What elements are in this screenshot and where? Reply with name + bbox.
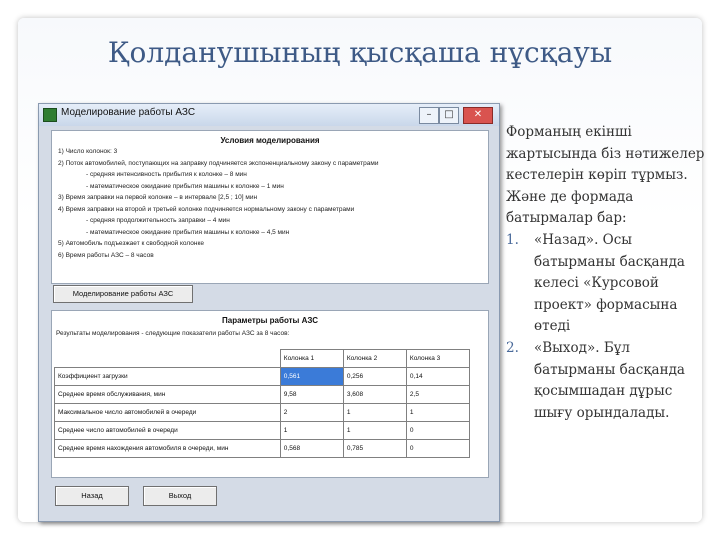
window-title: Моделирование работы АЗС <box>61 107 196 118</box>
condition-line: 5) Автомобиль подъезжает к свободной кол… <box>58 240 204 247</box>
row-label: Среднее время обслуживания, мин <box>54 385 281 404</box>
column-header: Колонка 2 <box>342 349 407 368</box>
exit-button[interactable]: Выход <box>143 486 217 506</box>
maximize-button[interactable]: □ <box>439 107 459 124</box>
column-header: Колонка 1 <box>279 349 344 368</box>
table-header-row: Колонка 1 Колонка 2 Колонка 3 <box>54 349 471 368</box>
condition-line: 6) Время работы АЗС – 8 часов <box>58 251 154 259</box>
table-cell[interactable]: 0,256 <box>342 367 407 386</box>
table-cell[interactable]: 1 <box>405 403 471 422</box>
column-header: Колонка 3 <box>405 349 471 368</box>
table-corner-cell <box>54 349 281 368</box>
table-cell[interactable]: 3,608 <box>342 385 407 404</box>
table-cell[interactable]: 0 <box>405 421 471 440</box>
minimize-button[interactable]: – <box>419 107 439 124</box>
condition-line: - математическое ожидание прибытия машин… <box>86 228 290 236</box>
explanation-text: Форманың екінші жартысында біз нәтижелер… <box>506 122 706 424</box>
app-icon <box>43 108 57 122</box>
table-row: Коэффициент загрузки 0,561 0,256 0,14 <box>54 367 471 386</box>
conditions-panel: Условия моделирования 1) Число колонок: … <box>51 130 489 284</box>
table-cell[interactable]: 0 <box>405 439 471 458</box>
row-label: Максимальное число автомобилей в очереди <box>54 403 281 422</box>
table-cell[interactable]: 0,785 <box>342 439 407 458</box>
condition-line: 1) Число колонок: 3 <box>58 148 118 155</box>
condition-line: - математическое ожидание прибытия машин… <box>86 182 284 190</box>
app-window: Моделирование работы АЗС – □ ✕ Условия м… <box>38 103 500 522</box>
condition-line: 4) Время заправки на второй и третьей ко… <box>58 205 355 213</box>
button-list: 1. «Назад». Осы батырманы басқанда келес… <box>506 230 706 424</box>
condition-line: - средняя интенсивность прибытия к колон… <box>86 171 247 178</box>
list-text: «Выход». Бұл батырманы басқанда қосымшад… <box>534 339 685 421</box>
selected-cell[interactable]: 0,561 <box>279 367 344 386</box>
parameters-subheading: Результаты моделирования - следующие пок… <box>56 330 290 337</box>
condition-line: 2) Поток автомобилей, поступающих на зап… <box>58 159 379 167</box>
window-titlebar[interactable]: Моделирование работы АЗС – □ ✕ <box>39 104 499 126</box>
row-label: Среднее время нахождения автомобиля в оч… <box>54 439 281 458</box>
row-label: Коэффициент загрузки <box>54 367 281 386</box>
table-row: Среднее число автомобилей в очереди 1 1 … <box>54 421 471 440</box>
conditions-list: 1) Число колонок: 3 2) Поток автомобилей… <box>52 145 488 261</box>
table-row: Среднее время нахождения автомобиля в оч… <box>54 439 471 458</box>
parameters-panel: Параметры работы АЗС Результаты моделиро… <box>51 310 489 478</box>
table-row: Максимальное число автомобилей в очереди… <box>54 403 471 422</box>
list-item: 2. «Выход». Бұл батырманы басқанда қосым… <box>506 338 706 424</box>
table-cell[interactable]: 1 <box>342 421 407 440</box>
table-cell[interactable]: 0,568 <box>279 439 344 458</box>
model-run-button[interactable]: Моделирование работы АЗС <box>53 285 193 303</box>
conditions-heading: Условия моделирования <box>220 136 320 145</box>
condition-line: 3) Время заправки на первой колонке – в … <box>58 194 258 201</box>
list-text: «Назад». Осы батырманы басқанда келесі «… <box>534 231 685 335</box>
table-cell[interactable]: 9,58 <box>279 385 344 404</box>
intro-paragraph: Форманың екінші жартысында біз нәтижелер… <box>506 124 705 227</box>
row-label: Среднее число автомобилей в очереди <box>54 421 281 440</box>
table-cell[interactable]: 0,14 <box>405 367 471 386</box>
table-cell[interactable]: 2,5 <box>405 385 471 404</box>
results-table: Колонка 1 Колонка 2 Колонка 3 Коэффициен… <box>54 349 471 458</box>
list-number: 1. <box>506 231 519 248</box>
parameters-heading: Параметры работы АЗС <box>222 316 318 325</box>
back-button[interactable]: Назад <box>55 486 129 506</box>
table-cell[interactable]: 2 <box>279 403 344 422</box>
table-cell[interactable]: 1 <box>342 403 407 422</box>
list-number: 2. <box>506 339 519 356</box>
slide-title: Қолданушының қысқаша нұсқауы <box>107 36 613 69</box>
table-cell[interactable]: 1 <box>279 421 344 440</box>
close-button[interactable]: ✕ <box>463 107 493 124</box>
list-item: 1. «Назад». Осы батырманы басқанда келес… <box>506 230 706 338</box>
table-row: Среднее время обслуживания, мин 9,58 3,6… <box>54 385 471 404</box>
condition-line: - средняя продолжительность заправки – 4… <box>86 217 230 224</box>
